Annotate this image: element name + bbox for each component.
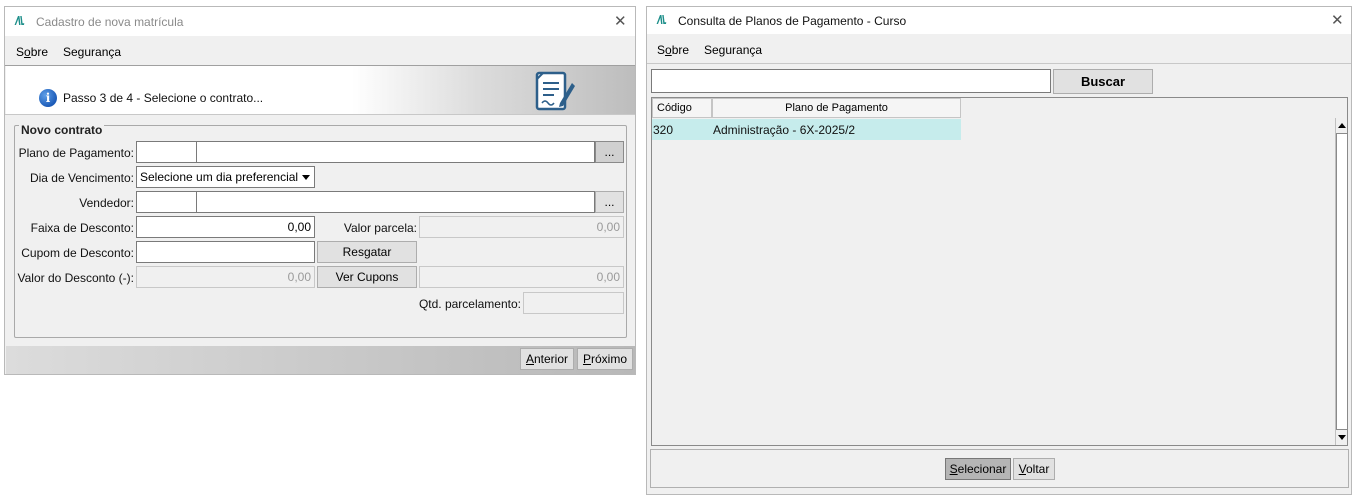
step-text: Passo 3 de 4 - Selecione o contrato... xyxy=(63,91,264,105)
divider xyxy=(5,114,635,115)
scroll-track[interactable] xyxy=(1336,133,1348,430)
cell-codigo: 320 xyxy=(653,123,674,137)
anterior-button[interactable]: Anterior xyxy=(520,348,574,370)
plans-grid: Código Plano de Pagamento 320 Administra… xyxy=(651,97,1348,446)
vendedor-lookup-button[interactable]: ... xyxy=(595,191,624,213)
ver-cupons-button[interactable]: Ver Cupons xyxy=(317,266,417,288)
menu-bar: Sobre Segurança xyxy=(5,41,635,63)
plano-name-input[interactable] xyxy=(196,141,595,163)
menu-seguranca[interactable]: Segurança xyxy=(704,43,762,57)
vendedor-label: Vendedor: xyxy=(79,196,134,210)
plano-lookup-button[interactable]: ... xyxy=(595,141,624,163)
close-icon[interactable]: ✕ xyxy=(614,14,627,29)
qtd-parcelamento-label: Qtd. parcelamento: xyxy=(418,297,521,311)
valor-parcela-label: Valor parcela: xyxy=(343,221,417,235)
dia-vencimento-select[interactable]: Selecione um dia preferencial xyxy=(136,166,315,188)
column-header-codigo[interactable]: Código xyxy=(652,98,712,118)
faixa-label: Faixa de Desconto: xyxy=(30,221,134,235)
close-icon[interactable]: ✕ xyxy=(1331,13,1344,28)
table-row[interactable]: 320 Administração - 6X-2025/2 xyxy=(652,119,961,140)
plano-label: Plano de Pagamento: xyxy=(18,146,134,160)
valor-parcela-field: 0,00 xyxy=(419,216,624,238)
vertical-scrollbar[interactable] xyxy=(1335,118,1348,445)
dia-label: Dia de Vencimento: xyxy=(29,171,134,185)
voltar-button[interactable]: Voltar xyxy=(1013,458,1055,480)
qtd-parcelamento-field xyxy=(523,292,624,314)
cell-plano: Administração - 6X-2025/2 xyxy=(713,123,856,137)
cupons-total-field: 0,00 xyxy=(419,266,624,288)
new-enrollment-window: /\\. Cadastro de nova matrícula ✕ Sobre … xyxy=(4,6,636,375)
title-bar: /\\. Cadastro de nova matrícula ✕ xyxy=(5,7,635,36)
action-panel: Selecionar Voltar xyxy=(650,449,1349,488)
menu-sobre[interactable]: Sobre xyxy=(657,43,689,57)
valor-desconto-label: Valor do Desconto (-): xyxy=(17,271,135,285)
dia-selected-value: Selecione um dia preferencial xyxy=(140,170,299,184)
menu-bar: Sobre Segurança xyxy=(647,39,1351,61)
scroll-up-icon[interactable] xyxy=(1338,123,1346,128)
search-input[interactable] xyxy=(651,69,1051,93)
plano-code-input[interactable] xyxy=(136,141,197,163)
window-title: Consulta de Planos de Pagamento - Curso xyxy=(678,14,907,28)
proximo-button[interactable]: Próximo xyxy=(577,348,633,370)
title-bar: /\\. Consulta de Planos de Pagamento - C… xyxy=(647,7,1351,34)
scroll-down-icon[interactable] xyxy=(1338,435,1346,440)
chevron-down-icon xyxy=(302,175,310,180)
payment-plans-window: /\\. Consulta de Planos de Pagamento - C… xyxy=(646,6,1352,495)
document-edit-icon xyxy=(535,71,575,111)
cupom-input[interactable] xyxy=(136,241,315,263)
divider xyxy=(647,63,1351,64)
vendedor-code-input[interactable] xyxy=(136,191,197,213)
wizard-nav-bar: Anterior Próximo xyxy=(6,346,635,374)
app-logo-icon: /\\. xyxy=(657,13,667,27)
buscar-button[interactable]: Buscar xyxy=(1053,69,1153,94)
group-title: Novo contrato xyxy=(19,123,105,137)
valor-desconto-field: 0,00 xyxy=(136,266,315,288)
info-icon: i xyxy=(39,89,57,107)
app-logo-icon: /\\. xyxy=(15,14,25,28)
cupom-label: Cupom de Desconto: xyxy=(21,246,134,260)
window-title: Cadastro de nova matrícula xyxy=(36,15,184,29)
selecionar-button[interactable]: Selecionar xyxy=(945,458,1011,480)
vendedor-name-input[interactable] xyxy=(196,191,595,213)
column-header-plano[interactable]: Plano de Pagamento xyxy=(712,98,961,118)
menu-sobre[interactable]: Sobre xyxy=(16,45,48,59)
faixa-desconto-input[interactable]: 0,00 xyxy=(136,216,315,238)
wizard-banner: i Passo 3 de 4 - Selecione o contrato... xyxy=(6,66,635,114)
menu-seguranca[interactable]: Segurança xyxy=(63,45,121,59)
resgatar-button[interactable]: Resgatar xyxy=(317,241,417,263)
